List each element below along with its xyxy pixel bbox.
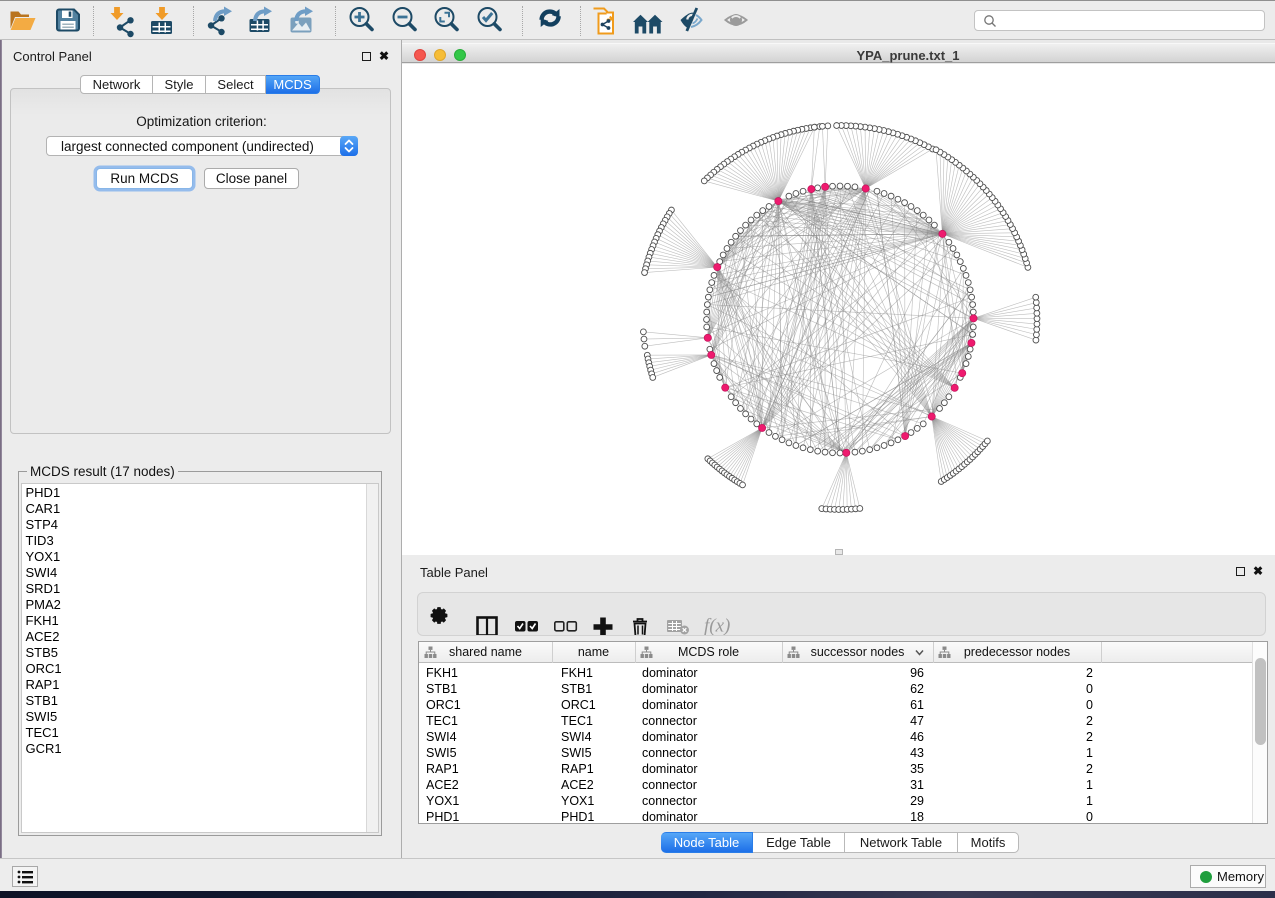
svg-text:f(x): f(x)	[704, 616, 730, 636]
